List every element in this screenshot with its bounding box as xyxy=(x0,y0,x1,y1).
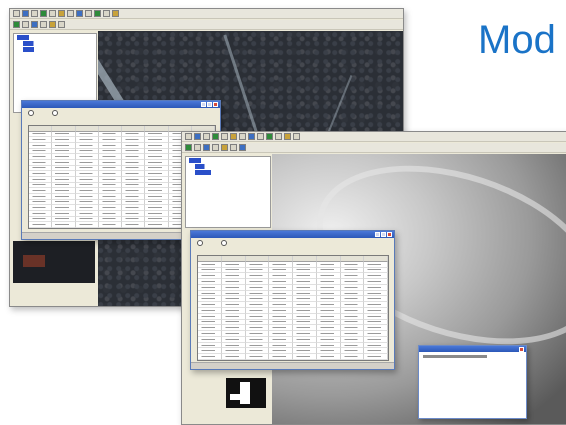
table-cell[interactable] xyxy=(198,354,222,360)
table-cell[interactable] xyxy=(221,354,246,360)
select-icon[interactable] xyxy=(239,133,246,140)
draw-icon[interactable] xyxy=(13,21,20,28)
layer-tree-item[interactable] xyxy=(23,47,51,52)
table-cell[interactable] xyxy=(52,222,76,228)
measure-icon[interactable] xyxy=(248,133,255,140)
attribute-table[interactable] xyxy=(197,255,389,361)
measure-icon[interactable] xyxy=(76,10,83,17)
move-icon[interactable] xyxy=(31,21,38,28)
main-toolbar xyxy=(10,9,403,19)
table-cell[interactable] xyxy=(340,354,365,360)
rotate-icon[interactable] xyxy=(40,21,47,28)
dialog-titlebar[interactable] xyxy=(22,101,220,108)
coordinate-window[interactable] xyxy=(418,345,527,419)
table-cell[interactable] xyxy=(145,222,169,228)
option-row xyxy=(22,108,220,118)
close-icon[interactable] xyxy=(213,102,218,107)
maximize-icon[interactable] xyxy=(381,232,386,237)
zoom-in-icon[interactable] xyxy=(31,10,38,17)
grid-icon[interactable] xyxy=(58,21,65,28)
layer-tree-panel[interactable] xyxy=(185,156,271,228)
secondary-toolbar xyxy=(10,20,403,30)
layer-icon[interactable] xyxy=(230,133,237,140)
dialog-statusbar xyxy=(191,362,394,369)
table-cell[interactable] xyxy=(98,222,122,228)
pan-icon[interactable] xyxy=(49,10,56,17)
table-cell[interactable] xyxy=(316,354,341,360)
refresh-icon[interactable] xyxy=(94,10,101,17)
flag-icon[interactable] xyxy=(49,21,56,28)
coordinate-readout xyxy=(423,355,488,358)
table-cell[interactable] xyxy=(269,354,293,360)
table-cell[interactable] xyxy=(245,354,270,360)
select-icon[interactable] xyxy=(67,10,74,17)
edit-icon[interactable] xyxy=(194,144,201,151)
main-toolbar xyxy=(182,132,566,142)
info-icon[interactable] xyxy=(85,10,92,17)
edit-icon[interactable] xyxy=(22,21,29,28)
attribute-table-dialog-front[interactable] xyxy=(190,230,395,370)
flag-icon[interactable] xyxy=(221,144,228,151)
table-cell[interactable] xyxy=(364,354,388,360)
zoom-out-icon[interactable] xyxy=(40,10,47,17)
settings-icon[interactable] xyxy=(284,133,291,140)
dialog-titlebar[interactable] xyxy=(191,231,394,238)
layer-tree-item[interactable] xyxy=(23,41,49,46)
option-radio-2[interactable] xyxy=(52,110,58,116)
option-radio-1[interactable] xyxy=(197,240,203,246)
pan-icon[interactable] xyxy=(221,133,228,140)
zoom-in-icon[interactable] xyxy=(203,133,210,140)
overview-thumbnail xyxy=(226,378,266,408)
print-icon[interactable] xyxy=(275,133,282,140)
zoom-out-icon[interactable] xyxy=(212,133,219,140)
layer-tree-item[interactable] xyxy=(17,35,47,40)
close-icon[interactable] xyxy=(387,232,392,237)
open-icon[interactable] xyxy=(13,10,20,17)
maximize-icon[interactable] xyxy=(207,102,212,107)
save-icon[interactable] xyxy=(194,133,201,140)
help-icon[interactable] xyxy=(293,133,300,140)
minimize-icon[interactable] xyxy=(375,232,380,237)
layer-icon[interactable] xyxy=(58,10,65,17)
table-cell[interactable] xyxy=(122,222,146,228)
move-icon[interactable] xyxy=(203,144,210,151)
option-radio-2[interactable] xyxy=(221,240,227,246)
coordinate-window-titlebar[interactable] xyxy=(419,346,526,352)
layer-tree-item[interactable] xyxy=(189,158,219,163)
close-icon[interactable] xyxy=(519,346,524,352)
option-row xyxy=(191,238,394,248)
layer-tree-item[interactable] xyxy=(195,170,235,175)
settings-icon[interactable] xyxy=(112,10,119,17)
minimize-icon[interactable] xyxy=(201,102,206,107)
option-radio-1[interactable] xyxy=(28,110,34,116)
headline-text: Mod xyxy=(478,18,556,62)
overview-thumbnail xyxy=(13,241,95,283)
table-cell[interactable] xyxy=(75,222,99,228)
info-icon[interactable] xyxy=(257,133,264,140)
layer-tree-item[interactable] xyxy=(195,164,219,169)
rotate-icon[interactable] xyxy=(212,144,219,151)
save-icon[interactable] xyxy=(22,10,29,17)
draw-icon[interactable] xyxy=(185,144,192,151)
open-icon[interactable] xyxy=(185,133,192,140)
table-cell[interactable] xyxy=(29,222,53,228)
grid-icon[interactable] xyxy=(230,144,237,151)
refresh-icon[interactable] xyxy=(266,133,273,140)
arrow-icon[interactable] xyxy=(239,144,246,151)
table-cell[interactable] xyxy=(293,354,317,360)
secondary-toolbar xyxy=(182,143,566,153)
print-icon[interactable] xyxy=(103,10,110,17)
